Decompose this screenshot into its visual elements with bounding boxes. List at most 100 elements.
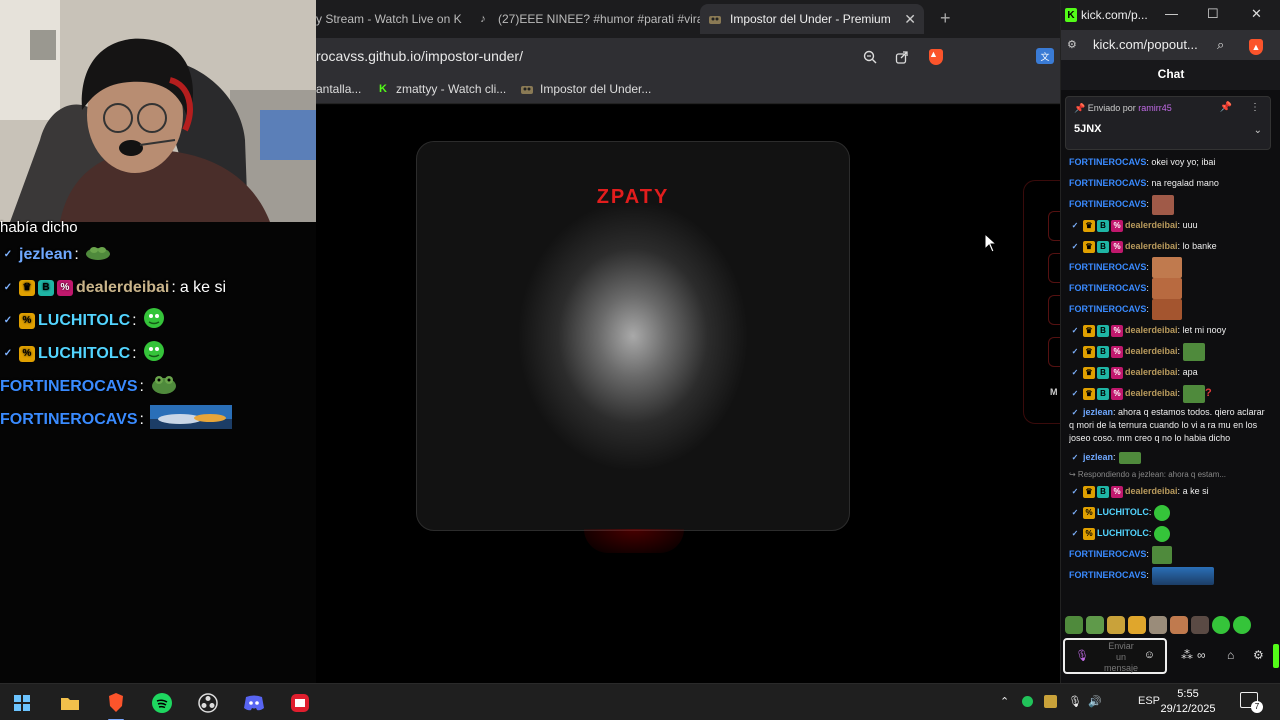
tab-kick-stream[interactable]: y Stream - Watch Live on K	[316, 4, 464, 34]
points-icon[interactable]: ⁂	[1181, 648, 1193, 662]
brave-shield-icon[interactable]: ▲	[1249, 37, 1263, 55]
chat-username[interactable]: dealerdeibai	[1125, 485, 1178, 498]
bookmark-item[interactable]: antalla...	[316, 82, 361, 96]
tab-impostor-del-under[interactable]: Impostor del Under - Premium E ✕	[700, 4, 924, 34]
more-options-icon[interactable]: ⋮	[1250, 102, 1260, 113]
site-settings-icon[interactable]: ⚙	[1067, 38, 1077, 51]
chat-username[interactable]: jezlean	[19, 246, 72, 264]
translate-icon[interactable]: 文	[1036, 48, 1054, 64]
founder-badge-icon: %	[19, 345, 35, 362]
microphone-icon[interactable]: 🎙	[1075, 649, 1089, 662]
frog-emote-icon[interactable]	[1065, 616, 1083, 634]
chat-username[interactable]: FORTINEROCAVS	[1069, 177, 1146, 190]
gear-icon[interactable]: ⚙	[1253, 648, 1264, 662]
crown-icon: ♛	[1083, 387, 1095, 400]
chat-username[interactable]: FORTINEROCAVS	[1069, 569, 1146, 582]
volume-icon[interactable]: 🔊	[1088, 695, 1102, 708]
reply-indicator[interactable]: ↪ Respondiendo a jezlean: ahora q estam.…	[1069, 468, 1269, 481]
chat-username[interactable]: FORTINEROCAVS	[1069, 198, 1146, 211]
pepe-emote-icon[interactable]	[1233, 616, 1251, 634]
chevron-down-icon[interactable]: ⌄	[1254, 125, 1262, 136]
chat-username[interactable]: FORTINEROCAVS	[1069, 548, 1146, 561]
send-indicator[interactable]	[1273, 644, 1279, 668]
taskbar: ⌃ 🎙 🔊 ESP 5:55 29/12/2025 7	[0, 683, 1280, 720]
windows-start-icon[interactable]	[8, 689, 36, 717]
pin-prefix-icon: 📌	[1074, 103, 1086, 113]
game-card[interactable]: ZPATY	[416, 141, 850, 531]
zoom-icon[interactable]: ⌕	[1217, 37, 1224, 53]
infinity-icon[interactable]: ∞	[1197, 648, 1206, 662]
chat-username[interactable]: jezlean	[1083, 407, 1113, 417]
obs-icon[interactable]	[194, 689, 222, 717]
chat-username[interactable]: FORTINEROCAVS	[0, 378, 137, 396]
chat-username[interactable]: dealerdeibai	[1125, 387, 1178, 400]
verified-icon: ✓	[1071, 389, 1079, 398]
bookmark-item[interactable]: Impostor del Under...	[520, 82, 651, 96]
chat-username[interactable]: FORTINEROCAVS	[1069, 261, 1146, 274]
chat-username[interactable]: LUCHITOLC	[1097, 527, 1149, 540]
emoji-icon[interactable]: ☺	[1144, 649, 1155, 661]
discord-icon[interactable]	[240, 689, 268, 717]
kick-url[interactable]: kick.com/popout...	[1093, 37, 1198, 52]
chat-message: ✓ ♛ B% dealerdeibai: uuu	[1069, 215, 1269, 236]
chat-text: a ke si	[179, 278, 227, 296]
microphone-icon[interactable]: 🎙	[1068, 695, 1082, 708]
url-field[interactable]: rocavss.github.io/impostor-under/	[316, 48, 523, 64]
gold-emote-icon[interactable]	[1107, 616, 1125, 634]
brave-shield-icon[interactable]: ▲	[926, 47, 946, 67]
chat-username[interactable]: LUCHITOLC	[38, 312, 130, 330]
chat-username[interactable]: dealerdeibai	[76, 279, 169, 297]
store-icon[interactable]: ⌂	[1227, 648, 1234, 662]
notification-icon[interactable]: 7	[1240, 692, 1263, 713]
pepe-emote-icon	[143, 307, 165, 334]
zoom-icon[interactable]	[860, 47, 880, 67]
chat-username[interactable]: FORTINEROCAVS	[1069, 156, 1146, 169]
chevron-up-icon[interactable]: ⌃	[1000, 695, 1009, 708]
gift-badge-icon: %	[1111, 345, 1123, 358]
share-icon[interactable]	[892, 47, 912, 67]
maximize-icon[interactable]: ☐	[1207, 6, 1219, 22]
chat-username[interactable]: LUCHITOLC	[38, 345, 130, 363]
side-panel-label: M	[1050, 387, 1058, 397]
new-tab-icon[interactable]: +	[940, 8, 951, 29]
clock[interactable]: 5:55 29/12/2025	[1160, 687, 1216, 717]
chat-username[interactable]: dealerdeibai	[1125, 219, 1178, 232]
sub-badge-icon: B	[1097, 324, 1109, 337]
car-image-emote-icon	[149, 405, 232, 434]
chat-username[interactable]: dealerdeibai	[1125, 345, 1178, 358]
chat-username[interactable]: FORTINEROCAVS	[1069, 282, 1146, 295]
status-dot-icon[interactable]	[1022, 696, 1033, 710]
sub-badge-icon: B	[1097, 219, 1109, 232]
crown-icon: ♛	[1083, 240, 1095, 253]
cat-emote-icon[interactable]	[1128, 616, 1146, 634]
close-window-icon[interactable]: ✕	[1251, 6, 1262, 22]
chat-input[interactable]: 🎙 Enviar un mensaje ☺	[1063, 638, 1167, 674]
chat-username[interactable]: FORTINEROCAVS	[0, 411, 137, 429]
chat-username[interactable]: LUCHITOLC	[1097, 506, 1149, 519]
bookmark-item[interactable]: K zmattyy - Watch cli...	[376, 82, 506, 96]
chat-line: ✓ ♛ B % dealerdeibai : a ke si	[0, 271, 316, 304]
brave-browser-icon[interactable]	[102, 689, 130, 720]
pin-icon[interactable]: 📌	[1220, 102, 1232, 113]
chat-username[interactable]: dealerdeibai	[1125, 240, 1178, 253]
language-indicator[interactable]: ESP	[1138, 695, 1160, 707]
red-app-icon[interactable]	[286, 689, 314, 717]
tray-app-icon[interactable]	[1044, 695, 1057, 711]
pinned-message[interactable]: 📌 Enviado por ramirr45 5JNX 📌 ⋮ ⌄	[1065, 96, 1271, 150]
chat-line: ✓ % LUCHITOLC :	[0, 304, 316, 337]
tab-tiktok[interactable]: ♪ (27)EEE NINEE? #humor #parati #vira	[476, 4, 712, 34]
cat-emote-icon[interactable]	[1149, 616, 1167, 634]
chat-username[interactable]: dealerdeibai	[1125, 324, 1178, 337]
chat-username[interactable]: dealerdeibai	[1125, 366, 1178, 379]
frog-emote-icon[interactable]	[1086, 616, 1104, 634]
spotify-icon[interactable]	[148, 689, 176, 717]
pepe-emote-icon[interactable]	[1212, 616, 1230, 634]
minimize-icon[interactable]: —	[1165, 6, 1178, 21]
chat-message-list[interactable]: FORTINEROCAVS: okei voy yo; ibai FORTINE…	[1069, 152, 1269, 612]
face-emote-icon[interactable]	[1170, 616, 1188, 634]
chat-username[interactable]: jezlean	[1083, 451, 1113, 464]
chat-username[interactable]: FORTINEROCAVS	[1069, 303, 1146, 316]
close-tab-icon[interactable]: ✕	[894, 11, 916, 28]
face-emote-icon[interactable]	[1191, 616, 1209, 634]
file-explorer-icon[interactable]	[56, 689, 84, 717]
